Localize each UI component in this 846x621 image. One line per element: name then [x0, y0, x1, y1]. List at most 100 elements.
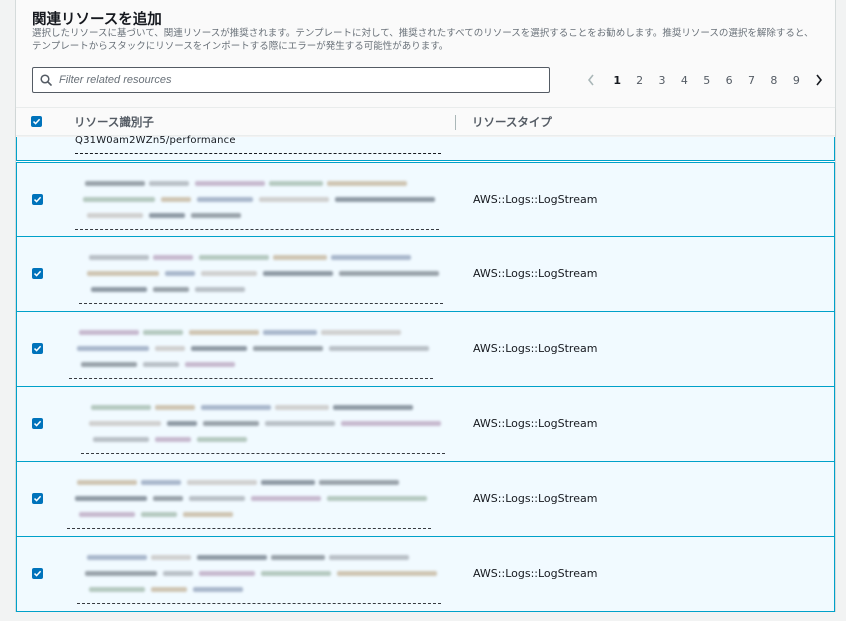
redacted-text-fragment: [185, 362, 235, 367]
redacted-text-fragment: [81, 362, 137, 367]
table-row[interactable]: AWS::Logs::LogStream: [16, 537, 835, 612]
redacted-text-fragment: [259, 197, 329, 202]
redacted-text-fragment: [263, 330, 317, 335]
redacted-text-fragment: [79, 330, 139, 335]
redacted-text-fragment: [335, 197, 435, 202]
redacted-text-fragment: [195, 287, 245, 292]
redacted-text-fragment: [83, 197, 155, 202]
redacted-text-fragment: [149, 213, 185, 218]
page-1-button[interactable]: 1: [606, 74, 628, 87]
redacted-identifier: [69, 175, 449, 231]
redacted-text-fragment: [79, 512, 135, 517]
redacted-text-fragment: [153, 255, 193, 260]
redacted-text-fragment: [319, 480, 399, 485]
row-checkbox[interactable]: [32, 194, 43, 205]
section-title: 関連リソースを追加: [32, 12, 162, 28]
previous-page-button[interactable]: [584, 72, 598, 88]
table-row[interactable]: AWS::Logs::LogStream: [16, 462, 835, 537]
redacted-text-fragment: [263, 271, 333, 276]
redacted-text-fragment: [261, 480, 315, 485]
page-3-button[interactable]: 3: [651, 74, 673, 87]
redacted-text-fragment: [341, 421, 441, 426]
select-all-checkbox[interactable]: [31, 116, 42, 127]
redacted-text-fragment: [155, 346, 185, 351]
page-9-button[interactable]: 9: [785, 74, 807, 87]
redacted-text-fragment: [203, 421, 259, 426]
redacted-text-fragment: [339, 271, 439, 276]
table-row[interactable]: AWS::Logs::LogStream: [16, 237, 835, 312]
redacted-text-fragment: [141, 512, 177, 517]
redacted-text-fragment: [153, 496, 183, 501]
redacted-text-fragment: [327, 181, 407, 186]
redacted-text-fragment: [189, 496, 245, 501]
redacted-text-fragment: [191, 346, 247, 351]
column-divider[interactable]: [455, 115, 456, 130]
redacted-text-fragment: [201, 271, 257, 276]
row-checkbox[interactable]: [32, 268, 43, 279]
identifier-underline: [67, 528, 431, 529]
checkmark-icon: [33, 420, 42, 427]
page-5-button[interactable]: 5: [696, 74, 718, 87]
page-4-button[interactable]: 4: [673, 74, 695, 87]
redacted-text-fragment: [77, 480, 137, 485]
redacted-text-fragment: [87, 271, 159, 276]
row-checkbox[interactable]: [32, 493, 43, 504]
row-checkbox[interactable]: [32, 568, 43, 579]
redacted-text-fragment: [93, 437, 149, 442]
redacted-text-fragment: [89, 255, 149, 260]
redacted-text-fragment: [321, 330, 401, 335]
table-row[interactable]: AWS::Logs::LogStream: [16, 312, 835, 387]
redacted-text-fragment: [141, 480, 181, 485]
pagination: 1 2 3 4 5 6 7 8 9: [584, 72, 826, 88]
next-page-button[interactable]: [812, 72, 826, 88]
resource-type: AWS::Logs::LogStream: [473, 342, 598, 355]
redacted-text-fragment: [275, 405, 329, 410]
resource-type: AWS::Logs::LogStream: [473, 267, 598, 280]
identifier-underline: [79, 303, 443, 304]
chevron-right-icon: [815, 74, 822, 86]
checkmark-icon: [33, 270, 42, 277]
resource-type: AWS::Logs::LogStream: [473, 567, 598, 580]
redacted-text-fragment: [77, 346, 149, 351]
checkmark-icon: [33, 495, 42, 502]
identifier-underline: [69, 378, 433, 379]
redacted-text-fragment: [153, 287, 189, 292]
redacted-text-fragment: [251, 496, 321, 501]
redacted-text-fragment: [151, 555, 191, 560]
redacted-identifier: [69, 474, 449, 530]
checkmark-icon: [33, 570, 42, 577]
table-row[interactable]: AWS::Logs::LogStream: [16, 162, 835, 237]
checkmark-icon: [33, 196, 42, 203]
page-2-button[interactable]: 2: [628, 74, 650, 87]
redacted-text-fragment: [197, 555, 267, 560]
redacted-identifier: [69, 549, 449, 605]
row-checkbox[interactable]: [32, 418, 43, 429]
identifier-underline: [75, 229, 439, 230]
redacted-text-fragment: [197, 197, 253, 202]
search-input[interactable]: [59, 70, 539, 90]
redacted-text-fragment: [87, 555, 147, 560]
redacted-identifier: [69, 249, 449, 305]
resource-type: AWS::Logs::LogStream: [473, 417, 598, 430]
column-header-identifier[interactable]: リソース識別子: [74, 114, 154, 130]
redacted-text-fragment: [187, 480, 257, 485]
redacted-text-fragment: [189, 330, 259, 335]
redacted-text-fragment: [161, 197, 191, 202]
redacted-text-fragment: [87, 213, 143, 218]
page-7-button[interactable]: 7: [740, 74, 762, 87]
redacted-text-fragment: [89, 587, 145, 592]
panel-header: 関連リソースを追加 選択したリソースに基づいて、関連リソースが推奨されます。テン…: [16, 0, 835, 108]
redacted-text-fragment: [143, 362, 179, 367]
search-box[interactable]: [32, 67, 550, 93]
redacted-text-fragment: [329, 346, 429, 351]
column-header-type[interactable]: リソースタイプ: [472, 114, 552, 130]
row-checkbox[interactable]: [32, 343, 43, 354]
redacted-text-fragment: [89, 421, 161, 426]
redacted-text-fragment: [333, 405, 413, 410]
identifier-underline: [81, 453, 445, 454]
page-6-button[interactable]: 6: [718, 74, 740, 87]
table-row[interactable]: AWS::Logs::LogStream: [16, 387, 835, 462]
table-row-partial[interactable]: Q31W0am2WZn5/performance: [16, 135, 835, 161]
page-8-button[interactable]: 8: [763, 74, 785, 87]
redacted-text-fragment: [91, 287, 147, 292]
